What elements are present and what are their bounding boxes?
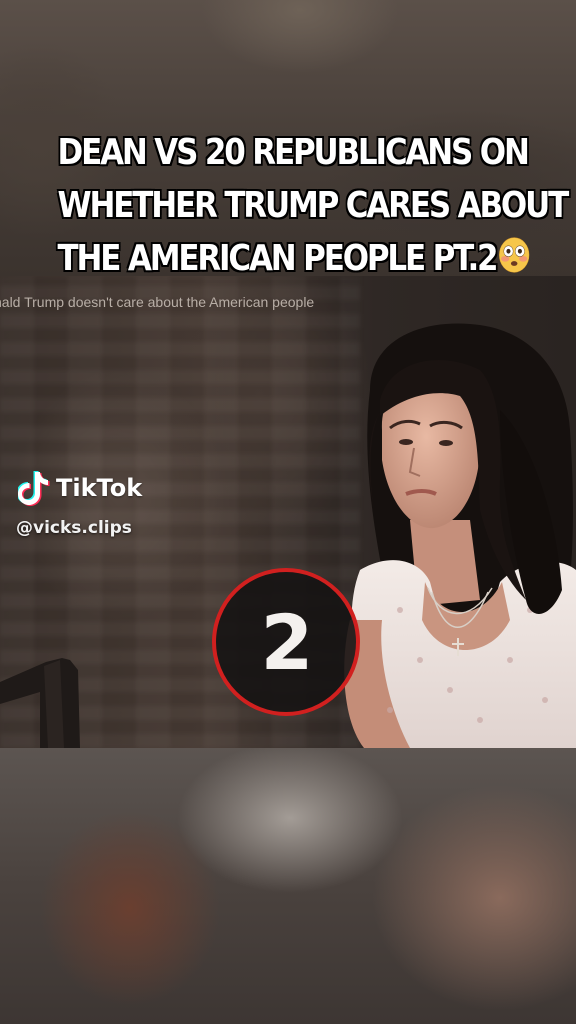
tiktok-logo-icon (18, 471, 50, 506)
overlay-title: DEAN VS 20 REPUBLICANS ON WHETHER TRUMP … (57, 126, 570, 285)
creator-handle: @vicks.clips (16, 518, 132, 538)
overlay-title-line-1: DEAN VS 20 REPUBLICANS ON (57, 131, 531, 174)
chair-image (0, 658, 80, 748)
video-caption-text: nald Trump doesn't care about the Americ… (0, 294, 315, 310)
number-badge: 2 (212, 568, 360, 716)
flushed-face-icon (499, 237, 530, 273)
overlay-title-line-3: THE AMERICAN PEOPLE PT.2 (57, 232, 530, 285)
overlay-title-line-3-text: THE AMERICAN PEOPLE PT.2 (57, 237, 500, 280)
video-screen[interactable]: nald Trump doesn't care about the Americ… (0, 0, 576, 1024)
person-image (344, 323, 576, 748)
overlay-title-line-2: WHETHER TRUMP CARES ABOUT (57, 184, 570, 227)
video-frame[interactable]: nald Trump doesn't care about the Americ… (0, 276, 576, 748)
blurred-background-bottom (0, 748, 576, 1024)
tiktok-watermark: TikTok (18, 470, 142, 506)
number-badge-value: 2 (260, 597, 314, 687)
tiktok-brand-label: TikTok (56, 474, 143, 502)
